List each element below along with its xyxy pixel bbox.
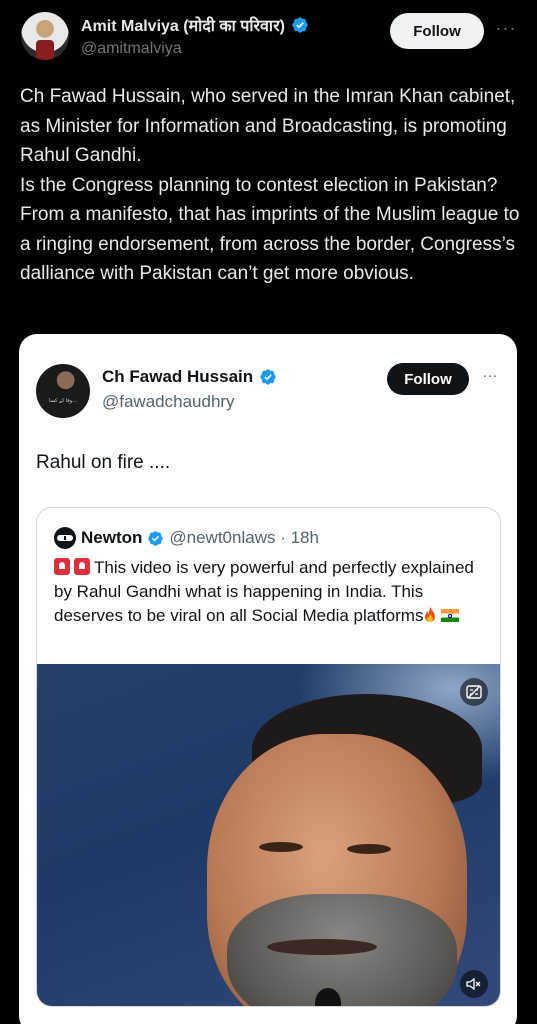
quoted-follow-button[interactable]: Follow (387, 363, 469, 395)
quoted-handle[interactable]: @fawadchaudhry (102, 392, 235, 412)
avatar[interactable] (21, 12, 69, 60)
tweet-text-line-2: Is the Congress planning to contest elec… (20, 174, 520, 285)
author-handle[interactable]: @amitmalviya (81, 40, 182, 58)
nested-quote-body: This video is very powerful and perfectl… (54, 558, 474, 625)
quoted-tweet-card[interactable]: وفا کے کسا... Ch Fawad Hussain @fawadcha… (19, 334, 517, 1024)
verified-badge-icon (260, 369, 276, 385)
video-player[interactable] (37, 664, 500, 1006)
quoted-display-name[interactable]: Ch Fawad Hussain (102, 367, 253, 387)
quoted-tweet-text: Rahul on fire .... (36, 452, 171, 473)
verified-badge-icon (148, 530, 164, 546)
tweet-text: Ch Fawad Hussain, who served in the Imra… (20, 82, 520, 289)
india-flag-icon (441, 609, 460, 622)
siren-icon (54, 558, 70, 575)
quoted-avatar[interactable]: وفا کے کسا... (36, 364, 90, 418)
nested-quote-text: This video is very powerful and perfectl… (54, 556, 494, 628)
nested-avatar[interactable] (54, 527, 76, 549)
fire-icon (425, 606, 436, 622)
tweet-header: Amit Malviya (मोदी का परिवार) @amitmalvi… (0, 0, 537, 70)
nested-author-line[interactable]: Newton @newt0nlaws · 18h (54, 527, 319, 549)
caption-icon[interactable] (460, 678, 488, 706)
mute-icon[interactable] (460, 970, 488, 998)
tweet-text-line-1: Ch Fawad Hussain, who served in the Imra… (20, 86, 516, 166)
follow-button[interactable]: Follow (390, 13, 484, 49)
more-icon[interactable]: ··· (494, 17, 518, 41)
quoted-author-name-line[interactable]: Ch Fawad Hussain (102, 367, 277, 387)
more-icon[interactable]: ··· (479, 367, 501, 387)
nested-handle-time[interactable]: @newt0nlaws · 18h (169, 528, 319, 548)
nested-quote-card[interactable]: Newton @newt0nlaws · 18h This video is v… (36, 507, 501, 1007)
verified-badge-icon (292, 17, 308, 33)
author-name-line[interactable]: Amit Malviya (मोदी का परिवार) (81, 14, 309, 36)
siren-icon (74, 558, 90, 575)
nested-display-name[interactable]: Newton (81, 528, 142, 548)
author-display-name[interactable]: Amit Malviya (मोदी का परिवार) (81, 14, 285, 36)
